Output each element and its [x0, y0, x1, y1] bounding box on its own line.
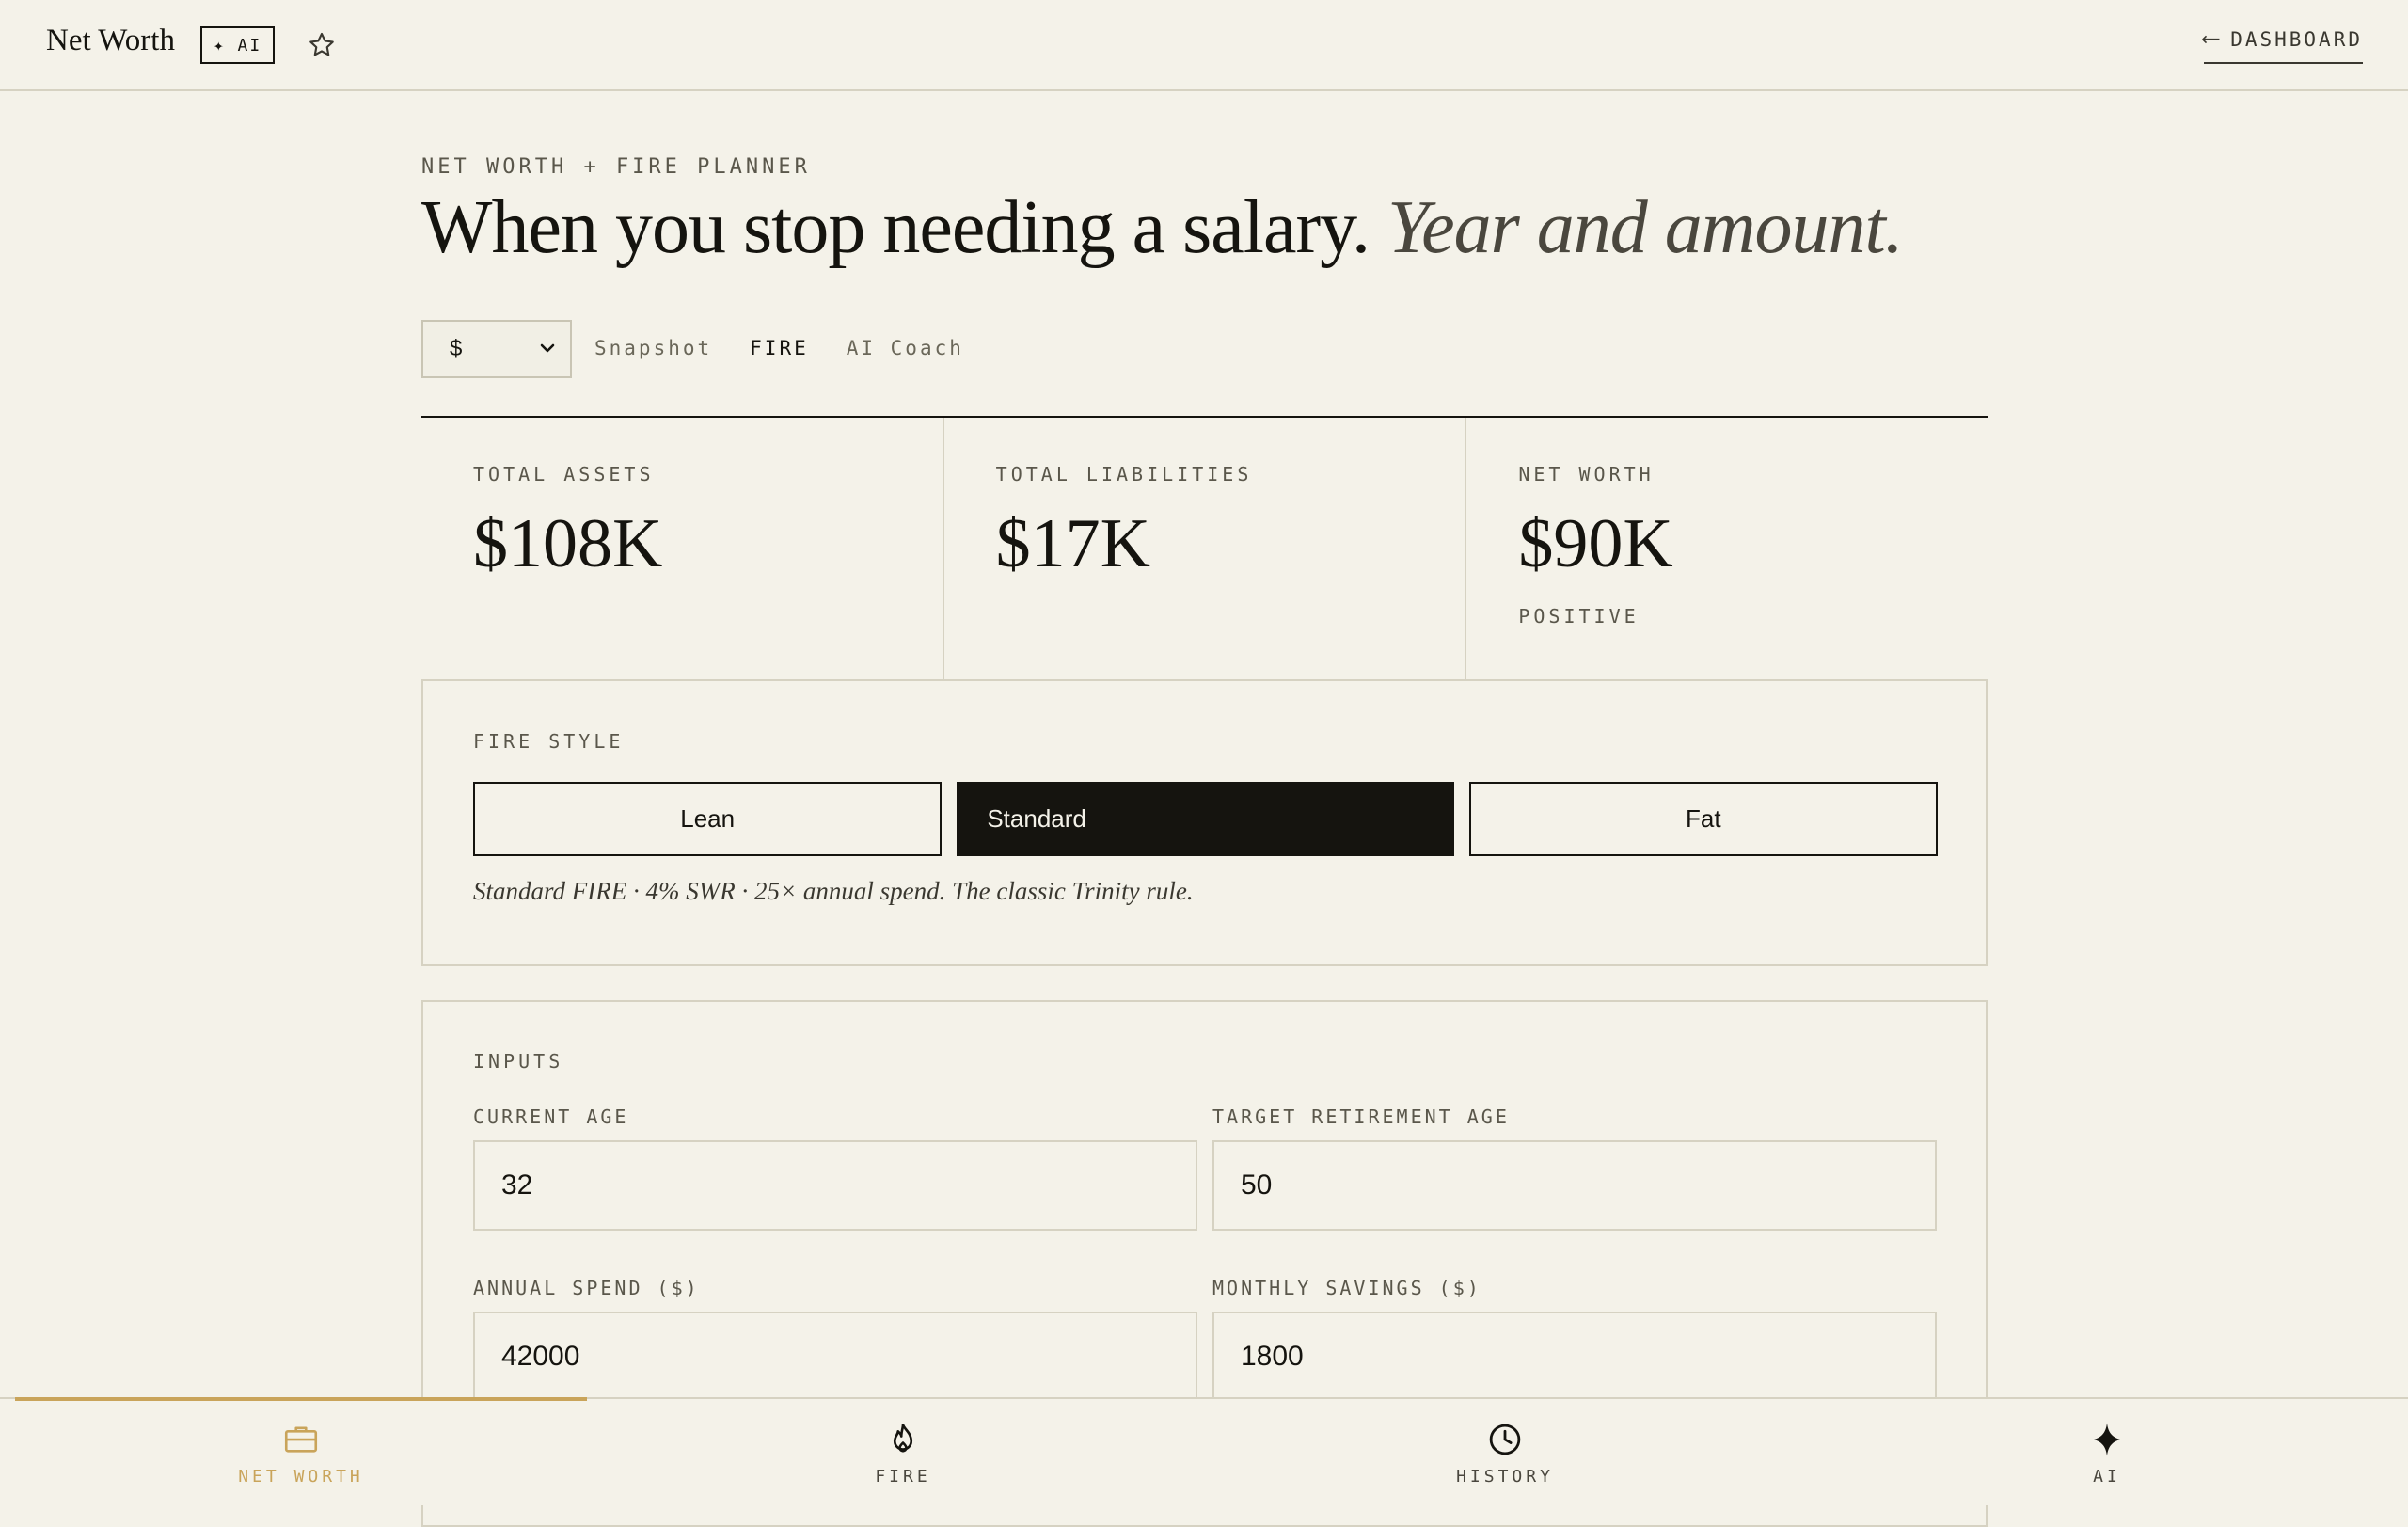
stat-label: TOTAL LIABILITIES — [995, 463, 1253, 485]
stat-value: $90K — [1518, 505, 1673, 582]
page-title: When you stop needing a salary. Year and… — [421, 185, 1904, 271]
star-icon[interactable] — [307, 30, 337, 60]
view-tabs: Snapshot FIRE AI Coach — [594, 337, 964, 359]
briefcase-icon — [284, 1426, 318, 1453]
annual-spend-label: ANNUAL SPEND ($) — [473, 1277, 700, 1299]
arrow-left-icon: ⟵ — [2203, 24, 2222, 53]
fire-style-options: Lean Standard Fat — [473, 782, 1938, 856]
nav-label: FIRE — [875, 1467, 931, 1487]
nav-item-net-worth[interactable]: NET WORTH — [207, 1420, 395, 1487]
monthly-savings-label: MONTHLY SAVINGS ($) — [1212, 1277, 1481, 1299]
stat-status: POSITIVE — [1518, 605, 1640, 628]
currency-value: $ — [450, 336, 463, 361]
dashboard-link-label: DASHBOARD — [2230, 28, 2363, 51]
dashboard-link[interactable]: ⟵ DASHBOARD — [2203, 24, 2363, 64]
tab-ai-coach[interactable]: AI Coach — [847, 337, 964, 359]
fire-style-fat-button[interactable]: Fat — [1468, 782, 1938, 856]
fire-style-card: FIRE STYLE Lean Standard Fat Standard FI… — [421, 679, 1988, 966]
fire-style-label: FIRE STYLE — [473, 730, 625, 753]
current-age-label: CURRENT AGE — [473, 1105, 629, 1128]
nav-label: AI — [2093, 1467, 2121, 1487]
fire-style-lean-button[interactable]: Lean — [473, 782, 943, 856]
stat-net-worth: NET WORTH $90K POSITIVE — [1466, 418, 1988, 679]
nav-item-fire[interactable]: FIRE — [809, 1420, 997, 1487]
target-retirement-age-input[interactable]: 50 — [1212, 1140, 1937, 1231]
target-retirement-age-label: TARGET RETIREMENT AGE — [1212, 1105, 1510, 1128]
app-title: Net Worth — [46, 24, 175, 57]
current-age-input[interactable]: 32 — [473, 1140, 1197, 1231]
page-title-italic: Year and amount. — [1386, 186, 1904, 269]
active-tab-indicator — [15, 1397, 587, 1401]
top-bar: Net Worth ✦ AI ⟵ DASHBOARD — [0, 0, 2408, 91]
flame-icon — [893, 1423, 913, 1453]
tab-fire[interactable]: FIRE — [750, 337, 809, 359]
ai-badge[interactable]: ✦ AI — [200, 26, 275, 64]
nav-item-history[interactable]: HISTORY — [1411, 1420, 1599, 1487]
stat-total-liabilities: TOTAL LIABILITIES $17K — [944, 418, 1467, 679]
clock-icon — [1489, 1424, 1521, 1455]
stats-row: TOTAL ASSETS $108K TOTAL LIABILITIES $17… — [421, 418, 1988, 679]
nav-item-ai[interactable]: AI — [2013, 1420, 2201, 1487]
inputs-label: INPUTS — [473, 1050, 564, 1073]
stat-label: NET WORTH — [1518, 463, 1655, 485]
tab-snapshot[interactable]: Snapshot — [594, 337, 712, 359]
page-title-main: When you stop needing a salary. — [421, 186, 1370, 269]
stat-label: TOTAL ASSETS — [473, 463, 655, 485]
fire-style-description: Standard FIRE · 4% SWR · 25× annual spen… — [473, 877, 1194, 905]
stat-value: $17K — [995, 505, 1151, 582]
chevron-down-icon — [540, 343, 555, 353]
page-eyebrow: NET WORTH + FIRE PLANNER — [421, 155, 811, 179]
bottom-nav: NET WORTH FIRE HISTORY AI — [0, 1397, 2408, 1505]
sparkle-icon — [2094, 1423, 2120, 1456]
stat-value: $108K — [473, 505, 663, 582]
nav-label: HISTORY — [1456, 1467, 1554, 1487]
monthly-savings-input[interactable]: 1800 — [1212, 1312, 1937, 1402]
currency-select[interactable]: $ — [421, 320, 572, 378]
fire-style-standard-button[interactable]: Standard — [957, 782, 1454, 856]
nav-label: NET WORTH — [238, 1467, 364, 1487]
annual-spend-input[interactable]: 42000 — [473, 1312, 1197, 1402]
stat-total-assets: TOTAL ASSETS $108K — [421, 418, 944, 679]
